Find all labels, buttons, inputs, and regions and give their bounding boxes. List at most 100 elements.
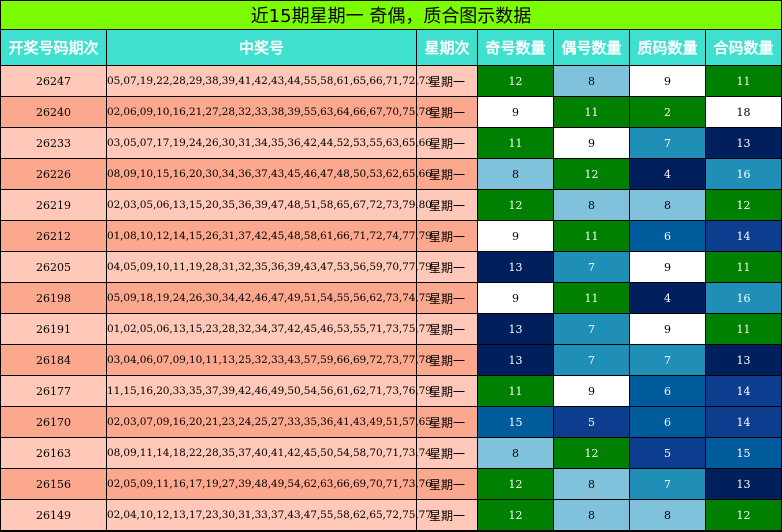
cell-odd-count: 12	[478, 500, 553, 530]
cell-even-count: 5	[554, 407, 629, 437]
table-row: 26156 02,05,09,11,16,17,19,27,39,48,49,54…	[1, 469, 781, 499]
table-row: 26240 02,06,09,10,16,21,27,28,32,33,38,39…	[1, 97, 781, 127]
cell-odd-count: 9	[478, 283, 553, 313]
cell-composite-count: 12	[706, 190, 781, 220]
cell-numbers: 05,09,18,19,24,26,30,34,42,46,47,49,51,5…	[107, 283, 432, 313]
header-prime-count: 质码数量	[630, 30, 705, 65]
cell-composite-count: 11	[706, 252, 781, 282]
header-numbers: 中奖号	[107, 30, 416, 65]
cell-composite-count: 15	[706, 438, 781, 468]
cell-prime-count: 9	[630, 66, 705, 96]
cell-numbers: 02,03,07,09,16,20,21,23,24,25,27,33,35,3…	[107, 407, 432, 437]
cell-even-count: 11	[554, 97, 629, 127]
cell-issue: 26205	[1, 252, 106, 282]
cell-issue: 26219	[1, 190, 106, 220]
cell-odd-count: 12	[478, 190, 553, 220]
header-row: 开奖号码期次 中奖号 星期次 奇号数量 偶号数量 质码数量 合码数量	[1, 30, 781, 65]
table-row: 26247 05,07,19,22,28,29,38,39,41,42,43,44…	[1, 66, 781, 96]
cell-issue: 26156	[1, 469, 106, 499]
page-title: 近15期星期一 奇偶，质合图示数据	[1, 1, 781, 29]
data-table: 开奖号码期次 中奖号 星期次 奇号数量 偶号数量 质码数量 合码数量 26247…	[0, 29, 782, 531]
cell-even-count: 9	[554, 128, 629, 158]
cell-issue: 26184	[1, 345, 106, 375]
table-row: 26191 01,02,05,06,13,15,23,28,32,34,37,42…	[1, 314, 781, 344]
cell-even-count: 8	[554, 66, 629, 96]
cell-even-count: 12	[554, 159, 629, 189]
cell-even-count: 8	[554, 469, 629, 499]
cell-even-count: 9	[554, 376, 629, 406]
cell-issue: 26149	[1, 500, 106, 530]
cell-prime-count: 9	[630, 252, 705, 282]
cell-issue: 26247	[1, 66, 106, 96]
cell-odd-count: 13	[478, 252, 553, 282]
cell-even-count: 7	[554, 345, 629, 375]
cell-numbers: 01,02,05,06,13,15,23,28,32,34,37,42,45,4…	[107, 314, 432, 344]
cell-numbers: 11,15,16,20,33,35,37,39,42,46,49,50,54,5…	[107, 376, 432, 406]
cell-prime-count: 8	[630, 190, 705, 220]
cell-numbers: 04,05,09,10,11,19,28,31,32,35,36,39,43,4…	[107, 252, 432, 282]
cell-odd-count: 12	[478, 469, 553, 499]
cell-composite-count: 14	[706, 407, 781, 437]
cell-composite-count: 11	[706, 66, 781, 96]
cell-composite-count: 13	[706, 345, 781, 375]
table-row: 26177 11,15,16,20,33,35,37,39,42,46,49,50…	[1, 376, 781, 406]
cell-issue: 26226	[1, 159, 106, 189]
cell-prime-count: 2	[630, 97, 705, 127]
cell-composite-count: 18	[706, 97, 781, 127]
cell-prime-count: 8	[630, 500, 705, 530]
cell-odd-count: 8	[478, 438, 553, 468]
table-row: 26226 08,09,10,15,16,20,30,34,36,37,43,45…	[1, 159, 781, 189]
cell-even-count: 7	[554, 252, 629, 282]
cell-prime-count: 7	[630, 345, 705, 375]
header-composite-count: 合码数量	[706, 30, 781, 65]
table-body: 26247 05,07,19,22,28,29,38,39,41,42,43,44…	[1, 66, 781, 530]
cell-numbers: 02,05,09,11,16,17,19,27,39,48,49,54,62,6…	[107, 469, 432, 499]
header-issue: 开奖号码期次	[1, 30, 106, 65]
cell-issue: 26233	[1, 128, 106, 158]
cell-odd-count: 11	[478, 376, 553, 406]
cell-issue: 26177	[1, 376, 106, 406]
table-row: 26219 02,03,05,06,13,15,20,35,36,39,47,48…	[1, 190, 781, 220]
cell-prime-count: 7	[630, 128, 705, 158]
table-row: 26198 05,09,18,19,24,26,30,34,42,46,47,49…	[1, 283, 781, 313]
cell-composite-count: 13	[706, 128, 781, 158]
table-row: 26184 03,04,06,07,09,10,11,13,25,32,33,43…	[1, 345, 781, 375]
cell-numbers: 02,06,09,10,16,21,27,28,32,33,38,39,55,6…	[107, 97, 432, 127]
cell-odd-count: 9	[478, 97, 553, 127]
header-even-count: 偶号数量	[554, 30, 629, 65]
table-row: 26149 02,04,10,12,13,17,23,30,31,33,37,43…	[1, 500, 781, 530]
cell-prime-count: 4	[630, 159, 705, 189]
cell-odd-count: 13	[478, 314, 553, 344]
cell-issue: 26198	[1, 283, 106, 313]
cell-composite-count: 12	[706, 500, 781, 530]
cell-numbers: 02,03,05,06,13,15,20,35,36,39,47,48,51,5…	[107, 190, 432, 220]
cell-prime-count: 9	[630, 314, 705, 344]
cell-numbers: 08,09,11,14,18,22,28,35,37,40,41,42,45,5…	[107, 438, 432, 468]
cell-numbers: 02,04,10,12,13,17,23,30,31,33,37,43,47,5…	[107, 500, 432, 530]
cell-composite-count: 14	[706, 221, 781, 251]
cell-numbers: 01,08,10,12,14,15,26,31,37,42,45,48,58,6…	[107, 221, 432, 251]
cell-even-count: 8	[554, 190, 629, 220]
cell-issue: 26240	[1, 97, 106, 127]
cell-issue: 26191	[1, 314, 106, 344]
cell-prime-count: 6	[630, 376, 705, 406]
table-row: 26170 02,03,07,09,16,20,21,23,24,25,27,33…	[1, 407, 781, 437]
cell-composite-count: 13	[706, 469, 781, 499]
cell-even-count: 7	[554, 314, 629, 344]
cell-numbers: 05,07,19,22,28,29,38,39,41,42,43,44,55,5…	[107, 66, 432, 96]
cell-prime-count: 6	[630, 407, 705, 437]
cell-even-count: 8	[554, 500, 629, 530]
cell-odd-count: 8	[478, 159, 553, 189]
cell-numbers: 08,09,10,15,16,20,30,34,36,37,43,45,46,4…	[107, 159, 432, 189]
table-row: 26233 03,05,07,17,19,24,26,30,31,34,35,36…	[1, 128, 781, 158]
cell-numbers: 03,04,06,07,09,10,11,13,25,32,33,43,57,5…	[107, 345, 432, 375]
cell-issue: 26212	[1, 221, 106, 251]
cell-even-count: 11	[554, 283, 629, 313]
cell-even-count: 11	[554, 221, 629, 251]
cell-issue: 26170	[1, 407, 106, 437]
header-weekday: 星期次	[417, 30, 477, 65]
cell-odd-count: 12	[478, 66, 553, 96]
cell-prime-count: 6	[630, 221, 705, 251]
cell-prime-count: 4	[630, 283, 705, 313]
cell-prime-count: 5	[630, 438, 705, 468]
